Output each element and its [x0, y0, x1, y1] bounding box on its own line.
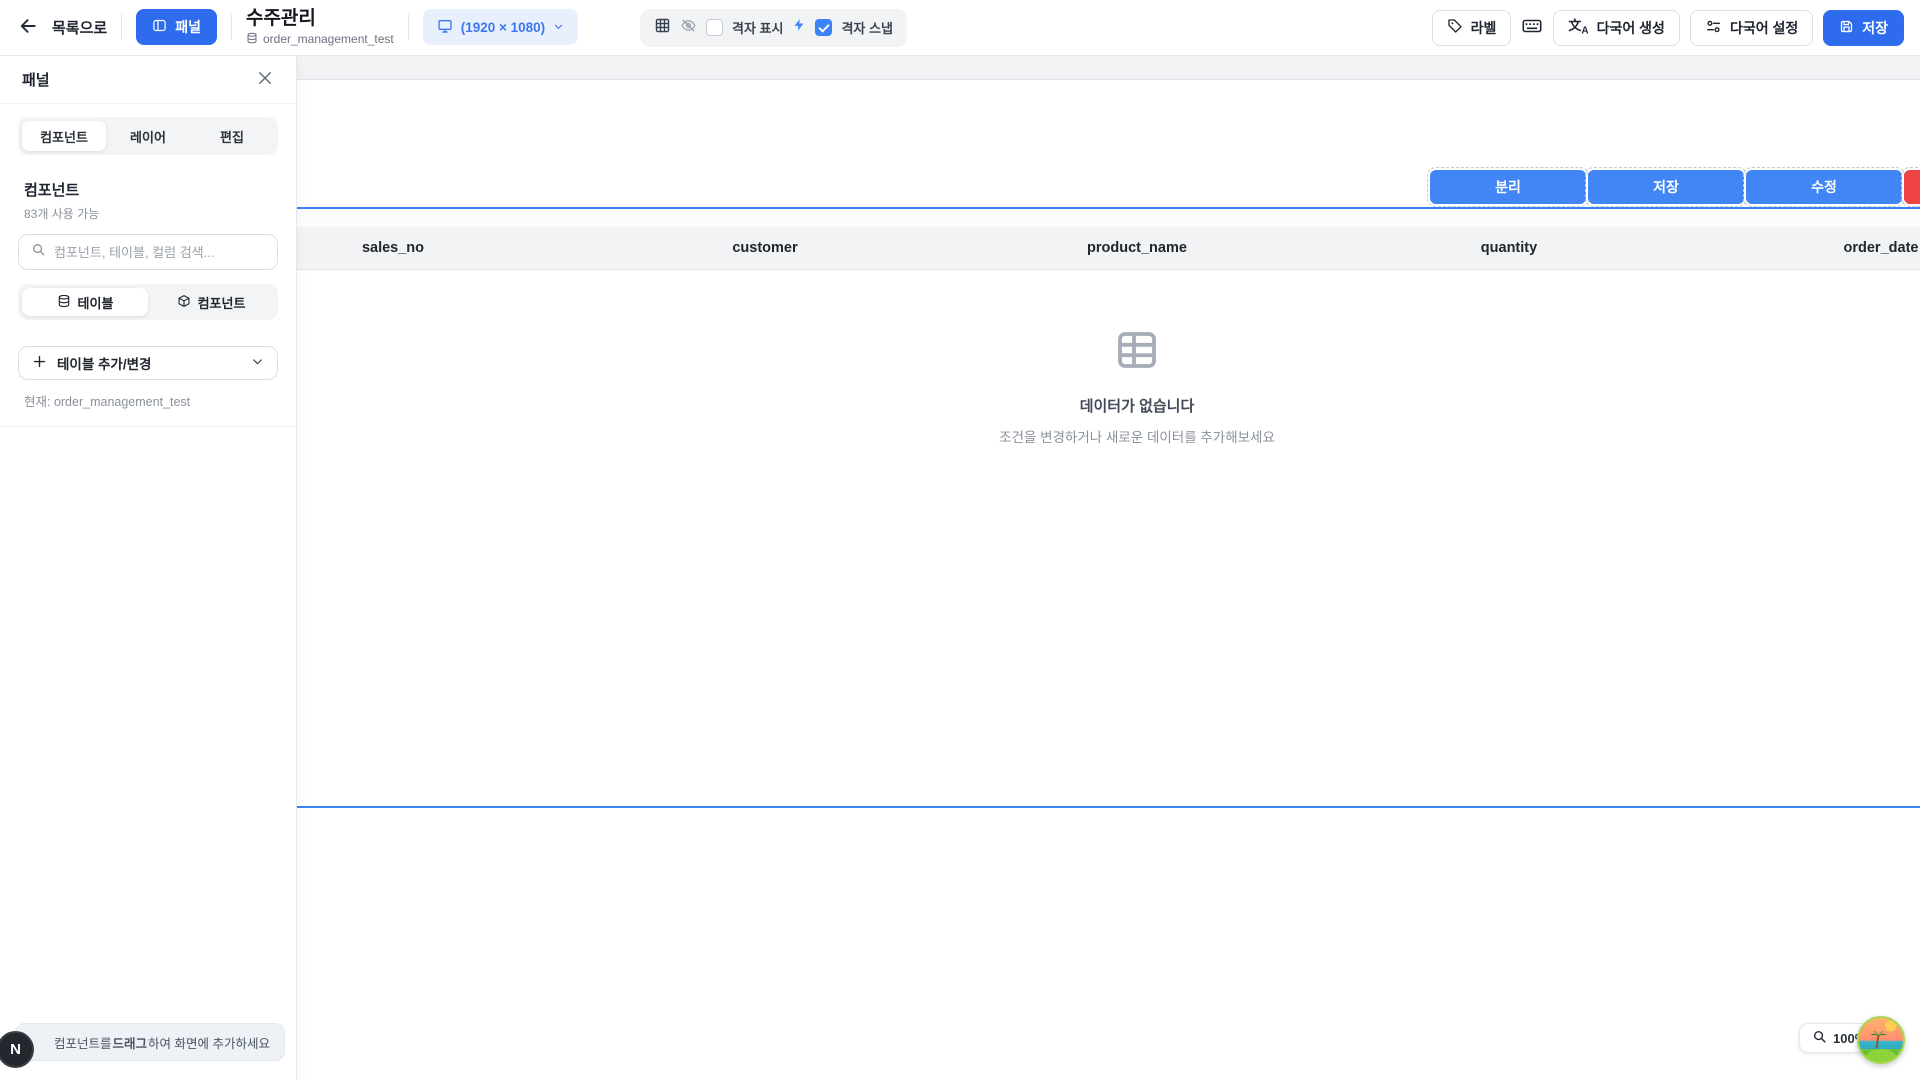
column-header-customer[interactable]: customer — [579, 227, 951, 269]
divider — [408, 14, 409, 40]
panel-close-button[interactable] — [256, 69, 274, 90]
canvas-button-red-clipped[interactable] — [1904, 170, 1920, 204]
canvas-button-save[interactable]: 저장 — [1588, 170, 1744, 204]
drag-hint-bold: 드래그 — [113, 1033, 148, 1052]
i18n-generate-label: 다국어 생성 — [1597, 18, 1665, 38]
source-segmented-control: 테이블 컴포넌트 — [18, 284, 278, 320]
resolution-selector[interactable]: (1920 × 1080) — [423, 9, 578, 45]
label-button[interactable]: 라벨 — [1432, 10, 1512, 46]
translate-icon: 文A — [1568, 19, 1588, 37]
back-button[interactable] — [18, 16, 38, 39]
drag-hint-suffix: 하여 화면에 추가하세요 — [148, 1033, 270, 1052]
keyboard-shortcuts-button[interactable] — [1521, 15, 1543, 40]
sidebar-panel-icon — [152, 18, 167, 36]
search-input[interactable] — [54, 245, 265, 260]
canvas-top-strip — [297, 56, 1920, 80]
components-section-header: 컴포넌트 83개 사용 가능 — [24, 179, 272, 222]
i18n-generate-button[interactable]: 文A 다국어 생성 — [1553, 10, 1680, 46]
top-toolbar: 목록으로 패널 수주관리 order_management_test — [0, 0, 1920, 56]
eye-off-icon — [680, 17, 697, 39]
page-title-block: 수주관리 order_management_test — [246, 8, 394, 48]
monitor-icon — [437, 18, 453, 37]
selected-button-group: 분리 저장 수정 — [1430, 170, 1920, 204]
empty-state-subtitle: 조건을 변경하거나 새로운 데이터를 추가해보세요 — [999, 426, 1275, 446]
grid-options-group: 격자 표시 격자 스냅 — [640, 9, 907, 47]
database-icon — [57, 294, 71, 311]
drag-hint: 컴포넌트를 드래그하여 화면에 추가하세요 — [15, 1023, 285, 1061]
add-change-table-label: 테이블 추가/변경 — [57, 353, 241, 373]
empty-state-title: 데이터가 없습니다 — [1080, 395, 1195, 416]
label-button-text: 라벨 — [1471, 18, 1497, 38]
tab-layers[interactable]: 레이어 — [106, 121, 190, 151]
page-title: 수주관리 — [246, 8, 394, 30]
column-header-order-date[interactable]: order_date — [1695, 227, 1920, 269]
panel-header: 패널 — [0, 56, 296, 104]
table-source: order_management_test — [246, 32, 394, 48]
panel-button-label: 패널 — [175, 17, 201, 37]
table-header-row: sales_no customer product_name quantity … — [207, 227, 1920, 270]
sliders-icon — [1705, 18, 1722, 38]
column-header-product-name[interactable]: product_name — [951, 227, 1323, 269]
grid-snap-checkbox[interactable] — [815, 19, 832, 36]
add-change-table-button[interactable]: 테이블 추가/변경 — [18, 346, 278, 380]
search-icon — [31, 242, 46, 262]
app-window: 목록으로 패널 수주관리 order_management_test — [0, 0, 1920, 1080]
tag-icon — [1447, 18, 1463, 37]
current-table-label: 현재: order_management_test — [24, 391, 272, 410]
table-source-name: order_management_test — [263, 33, 394, 47]
toolbar-left: 목록으로 패널 수주관리 order_management_test — [18, 8, 578, 48]
canvas-button-separate[interactable]: 분리 — [1430, 170, 1586, 204]
panel-title: 패널 — [22, 69, 50, 90]
table-body: 데이터가 없습니다 조건을 변경하거나 새로운 데이터를 추가해보세요 — [207, 270, 1920, 806]
package-icon — [177, 294, 191, 311]
tab-components[interactable]: 컴포넌트 — [22, 121, 106, 151]
back-to-list-label[interactable]: 목록으로 — [52, 17, 107, 38]
divider — [0, 426, 296, 427]
canvas-button-edit[interactable]: 수정 — [1746, 170, 1902, 204]
drag-hint-prefix: 컴포넌트를 — [54, 1033, 112, 1052]
divider — [231, 14, 232, 40]
segment-components-label: 컴포넌트 — [198, 293, 246, 312]
island-emoji-sticker[interactable] — [1857, 1016, 1905, 1064]
plus-icon — [32, 354, 47, 372]
grid-show-checkbox[interactable] — [706, 19, 723, 36]
save-button[interactable]: 저장 — [1823, 10, 1904, 46]
table-top-padding — [207, 209, 1920, 227]
components-section-title: 컴포넌트 — [24, 179, 272, 200]
left-panel: 패널 컴포넌트 레이어 편집 컴포넌트 83개 사용 가능 — [0, 56, 297, 1080]
n-avatar-badge: N — [0, 1031, 34, 1068]
save-icon — [1839, 19, 1854, 37]
segment-tables-label: 테이블 — [78, 293, 114, 312]
data-table-component[interactable]: sales_no customer product_name quantity … — [207, 207, 1920, 808]
panel-tab-bar: 컴포넌트 레이어 편집 — [18, 117, 278, 155]
segment-tables[interactable]: 테이블 — [22, 288, 148, 316]
keyboard-icon — [1521, 15, 1543, 40]
lightning-icon — [792, 17, 806, 38]
save-button-label: 저장 — [1862, 18, 1888, 38]
divider — [121, 14, 122, 40]
database-icon — [246, 32, 258, 48]
magnifier-icon — [1812, 1029, 1827, 1047]
i18n-settings-label: 다국어 설정 — [1730, 18, 1798, 38]
tab-edit[interactable]: 편집 — [190, 121, 274, 151]
arrow-left-icon — [18, 16, 38, 39]
components-available-count: 83개 사용 가능 — [24, 205, 272, 222]
column-header-quantity[interactable]: quantity — [1323, 227, 1695, 269]
grid-icon — [654, 17, 671, 39]
component-search-box — [18, 234, 278, 270]
toolbar-right: 라벨 文A 다국어 생성 다국어 설정 저장 — [1432, 10, 1904, 46]
i18n-settings-button[interactable]: 다국어 설정 — [1690, 10, 1813, 46]
empty-table-icon — [1113, 326, 1161, 379]
segment-components[interactable]: 컴포넌트 — [148, 288, 274, 316]
grid-show-label: 격자 표시 — [732, 18, 783, 37]
panel-toggle-button[interactable]: 패널 — [136, 9, 217, 45]
close-icon — [256, 69, 274, 90]
chevron-down-icon — [251, 355, 264, 371]
resolution-value: (1920 × 1080) — [461, 20, 545, 35]
chevron-down-icon — [553, 20, 564, 35]
empty-state: 데이터가 없습니다 조건을 변경하거나 새로운 데이터를 추가해보세요 — [207, 270, 1920, 446]
grid-snap-label: 격자 스냅 — [841, 18, 892, 37]
